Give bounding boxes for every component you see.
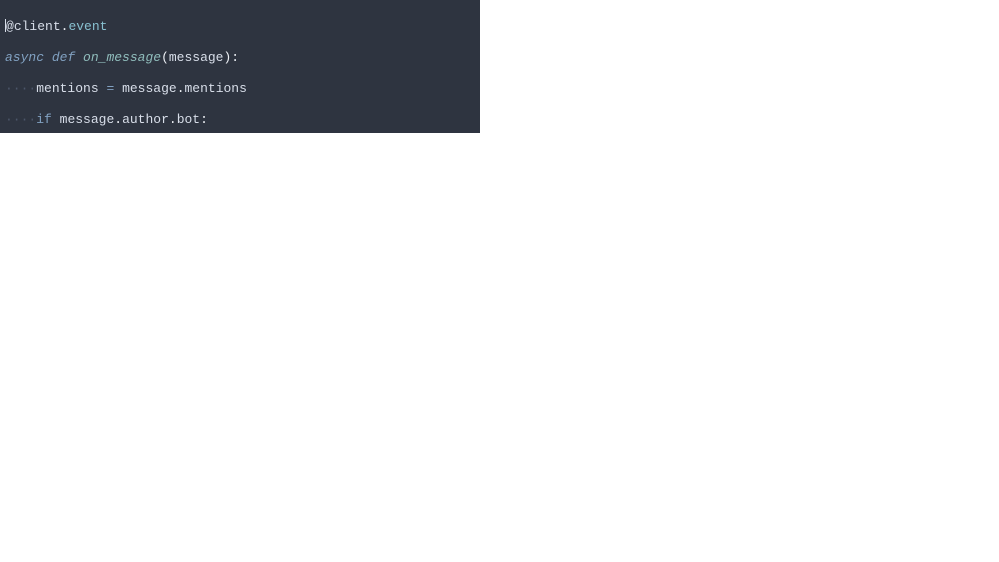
code-line: @client.event bbox=[5, 19, 475, 35]
code-line: ····mentions = message.mentions bbox=[5, 81, 475, 97]
decorator-at: @ bbox=[6, 19, 14, 34]
whitespace bbox=[75, 50, 83, 65]
dot: . bbox=[177, 81, 185, 96]
code-line: ····if message.author.bot: bbox=[5, 112, 475, 128]
function-name: on_message bbox=[83, 50, 161, 65]
decorator-name: event bbox=[68, 19, 107, 34]
code-line: async def on_message(message): bbox=[5, 50, 475, 66]
identifier: mentions bbox=[36, 81, 98, 96]
indent: ···· bbox=[5, 81, 36, 96]
attribute: author bbox=[122, 112, 169, 127]
paren: ( bbox=[161, 50, 169, 65]
whitespace bbox=[114, 81, 122, 96]
colon: : bbox=[200, 112, 208, 127]
identifier: message bbox=[60, 112, 115, 127]
keyword-async: async bbox=[5, 50, 44, 65]
attribute: mentions bbox=[185, 81, 247, 96]
colon: : bbox=[231, 50, 239, 65]
attribute: bot bbox=[177, 112, 200, 127]
parameter: message bbox=[169, 50, 224, 65]
identifier: message bbox=[122, 81, 177, 96]
dot: . bbox=[169, 112, 177, 127]
indent: ···· bbox=[5, 112, 36, 127]
keyword-if: if bbox=[36, 112, 52, 127]
code-editor[interactable]: @client.event async def on_message(messa… bbox=[0, 0, 480, 133]
dot: . bbox=[114, 112, 122, 127]
identifier: client bbox=[14, 19, 61, 34]
whitespace bbox=[52, 112, 60, 127]
keyword-def: def bbox=[52, 50, 75, 65]
whitespace bbox=[44, 50, 52, 65]
